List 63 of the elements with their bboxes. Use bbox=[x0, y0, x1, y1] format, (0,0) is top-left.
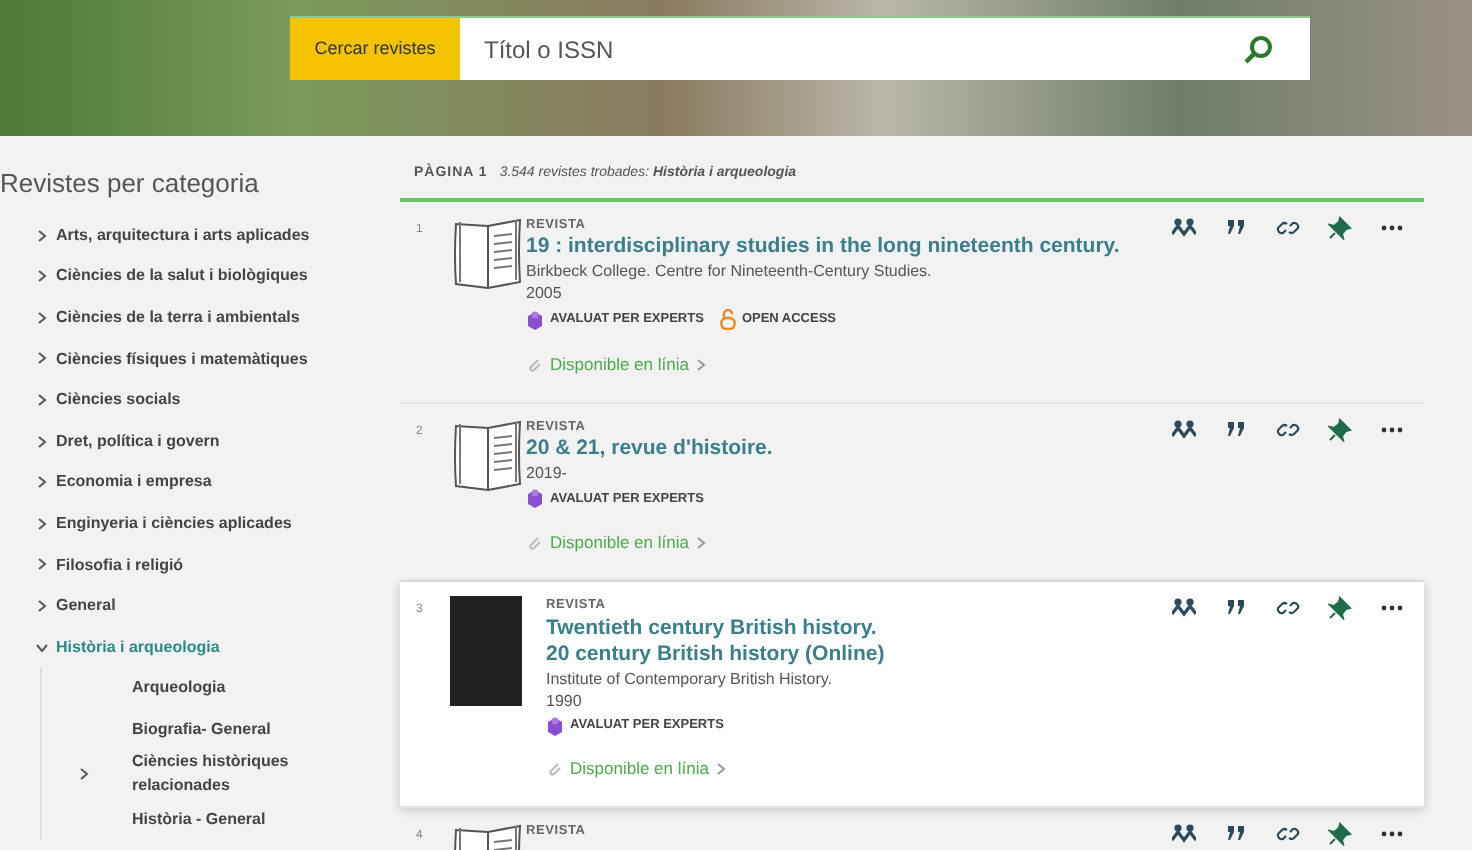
year-text: 1990 bbox=[546, 689, 584, 711]
pin-icon[interactable] bbox=[1328, 821, 1352, 846]
publisher-text: Birkbeck College. Centre for Nineteenth-Century Studies. bbox=[526, 260, 934, 283]
peer-review-icon bbox=[546, 715, 564, 735]
people-icon[interactable] bbox=[1172, 417, 1196, 442]
pin-icon[interactable] bbox=[1328, 595, 1352, 620]
year-text: 2019- bbox=[526, 462, 569, 485]
subcategory-item[interactable]: Biografia- General bbox=[40, 709, 390, 751]
result-title[interactable]: Twentieth century British history. bbox=[546, 615, 885, 641]
quote-icon[interactable] bbox=[1224, 417, 1248, 442]
category-item[interactable]: Enginyeria i ciències aplicades bbox=[0, 503, 390, 545]
paperclip-icon bbox=[526, 534, 542, 551]
chevron-right-icon bbox=[36, 517, 48, 530]
category-item[interactable]: Arts, arquitectura i arts aplicades bbox=[0, 215, 390, 257]
year-text: 2005 bbox=[526, 282, 564, 305]
chevron-right-icon bbox=[36, 435, 48, 448]
category-item[interactable]: Economia i empresa bbox=[0, 462, 390, 504]
subcategory-item[interactable]: Història - General bbox=[40, 798, 390, 840]
chevron-right-icon bbox=[716, 761, 727, 776]
cover-placeholder bbox=[450, 595, 522, 706]
book-icon bbox=[450, 215, 526, 291]
chevron-right-icon bbox=[36, 352, 48, 365]
chevron-right-icon bbox=[36, 476, 48, 489]
peer-review-icon bbox=[526, 488, 544, 509]
chevron-down-icon bbox=[36, 641, 48, 654]
search-icon[interactable] bbox=[1242, 33, 1274, 65]
search-label: Cercar revistes bbox=[290, 18, 460, 80]
chevron-right-icon bbox=[36, 311, 48, 324]
category-item[interactable]: Història i arqueologia bbox=[0, 626, 390, 669]
chevron-right-icon bbox=[36, 394, 48, 407]
subcategory-label[interactable]: Ciències històriques relacionades bbox=[132, 750, 312, 799]
category-item[interactable]: Ciències físiques i matemàtiques bbox=[0, 338, 390, 380]
chevron-right-icon bbox=[696, 357, 707, 372]
book-icon bbox=[450, 417, 526, 494]
quote-icon[interactable] bbox=[1224, 215, 1248, 239]
sidebar-title: Revistes per categoria bbox=[0, 166, 261, 202]
category-item[interactable]: Filosofia i religió bbox=[0, 544, 390, 586]
paperclip-icon bbox=[546, 760, 562, 777]
paperclip-icon bbox=[526, 356, 542, 373]
result-title[interactable]: 19 : interdisciplinary studies in the long nineteenth century. bbox=[526, 234, 1120, 261]
people-icon[interactable] bbox=[1172, 821, 1196, 846]
people-icon[interactable] bbox=[1172, 215, 1196, 239]
category-item[interactable]: General bbox=[0, 585, 390, 627]
quote-icon[interactable] bbox=[1224, 821, 1248, 846]
people-icon[interactable] bbox=[1172, 595, 1196, 620]
quote-icon[interactable] bbox=[1224, 595, 1248, 620]
result-title[interactable]: 20 century British history (Online) bbox=[546, 641, 885, 667]
pin-icon[interactable] bbox=[1328, 417, 1352, 442]
category-item[interactable]: Ciències de la terra i ambientals bbox=[0, 297, 390, 339]
peer-review-icon bbox=[526, 310, 544, 331]
pin-icon[interactable] bbox=[1328, 215, 1352, 239]
chevron-right-icon bbox=[36, 229, 48, 242]
chevron-right-icon bbox=[36, 558, 48, 571]
open-lock-icon bbox=[719, 308, 736, 331]
category-item[interactable]: Dret, política i govern bbox=[0, 420, 390, 463]
chevron-right-icon bbox=[36, 600, 48, 613]
result-title[interactable]: 20 & 21, revue d'histoire. bbox=[526, 436, 773, 463]
chevron-right-icon bbox=[36, 270, 48, 283]
publisher-text: Institute of Contemporary British History. bbox=[546, 667, 835, 689]
chevron-right-icon bbox=[696, 535, 707, 550]
subcategory-item[interactable]: Arqueologia bbox=[40, 668, 390, 710]
category-item[interactable]: Ciències de la salut i biològiques bbox=[0, 256, 390, 298]
category-item[interactable]: Ciències socials bbox=[0, 379, 390, 421]
